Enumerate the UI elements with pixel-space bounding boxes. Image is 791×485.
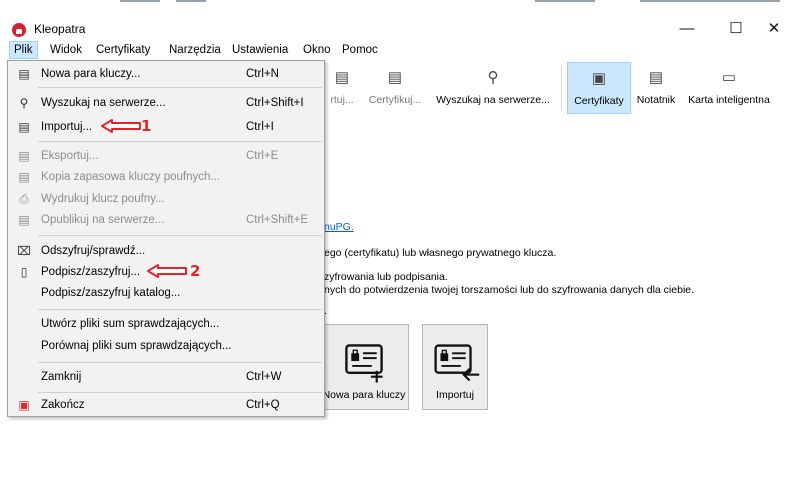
backup-icon: ▤ [18, 170, 30, 184]
file-menu-dropdown: ▤ Nowa para kluczy... Ctrl+N ⚲ Wyszukaj … [7, 60, 325, 417]
welcome-line-1: ego (certyfikatu) lub własnego prywatneg… [324, 247, 557, 259]
annotation-arrow-icon [147, 264, 187, 278]
search-icon: ⚲ [19, 96, 29, 110]
certify-icon: ▤ [387, 69, 403, 86]
new-keypair-tile[interactable]: Nowa para kluczy [319, 324, 409, 410]
menu-item-export[interactable]: ▤ Eksportuj... Ctrl+E [8, 146, 324, 167]
close-button[interactable]: ✕ [751, 17, 791, 41]
gnupg-link[interactable]: nuPG. [324, 221, 354, 233]
notepad-icon: ▤ [648, 69, 664, 86]
kleopatra-logo-icon [12, 23, 26, 37]
decrypt-icon: ⌧ [17, 244, 31, 258]
toolbar-certificates-button[interactable]: ▣ Certyfikaty [567, 62, 631, 114]
menu-item-import[interactable]: ▤ Importuj... Ctrl+I [8, 117, 324, 138]
welcome-line-2: zyfrowania lub podpisania. [324, 271, 448, 283]
menu-separator [38, 87, 322, 88]
menu-separator [38, 309, 322, 310]
toolbar-search-server-button[interactable]: ⚲ Wyszukaj na serwerze... [431, 62, 555, 114]
menu-okno[interactable]: Okno [298, 41, 336, 59]
keypair-icon: ▤ [18, 67, 30, 81]
menu-item-new-keypair[interactable]: ▤ Nowa para kluczy... Ctrl+N [8, 64, 324, 85]
menu-pomoc[interactable]: Pomoc [337, 41, 383, 59]
annotation-number-2: 2 [190, 262, 201, 280]
toolbar-notepad-button[interactable]: ▤ Notatnik [634, 62, 678, 114]
import-icon [434, 344, 480, 382]
import-icon: ▤ [18, 120, 30, 134]
export-icon: ▤ [334, 69, 350, 86]
smartcard-icon: ▭ [721, 69, 737, 86]
menu-narzedzia[interactable]: Narzędzia [164, 41, 226, 59]
new-keypair-label: Nowa para kluczy [322, 389, 406, 401]
toolbar-smartcard-button[interactable]: ▭ Karta inteligentna [681, 62, 777, 114]
window-title: Kleopatra [34, 22, 86, 36]
menu-widok[interactable]: Widok [45, 41, 87, 59]
menu-item-close[interactable]: Zamknij Ctrl+W [8, 367, 324, 388]
menu-item-quit[interactable]: ▣ Zakończ Ctrl+Q [8, 395, 324, 416]
menu-bar: Plik Widok Certyfikaty Narzędzia Ustawie… [0, 40, 791, 60]
certificates-icon: ▣ [591, 70, 607, 87]
menu-separator [38, 141, 322, 142]
menu-item-verify-checksum[interactable]: Porównaj pliki sum sprawdzających... [8, 336, 324, 357]
search-icon: ⚲ [487, 69, 499, 86]
menu-item-search-server[interactable]: ⚲ Wyszukaj na serwerze... Ctrl+Shift+I [8, 93, 324, 114]
menu-item-create-checksum[interactable]: Utwórz pliki sum sprawdzających... [8, 314, 324, 335]
sign-encrypt-icon: ▯ [20, 265, 28, 279]
publish-icon: ▤ [18, 213, 30, 227]
menu-item-print-secret-key[interactable]: ⎙ Wydrukuj klucz poufny... [8, 189, 324, 210]
menu-separator [38, 362, 322, 363]
menu-ustawienia[interactable]: Ustawienia [227, 41, 293, 59]
toolbar-separator [561, 66, 562, 110]
menu-certyfikaty[interactable]: Certyfikaty [91, 41, 155, 59]
menu-separator [38, 235, 322, 236]
print-icon: ⎙ [19, 192, 29, 206]
menu-item-sign-encrypt-folder[interactable]: Podpisz/zaszyfruj katalog... [8, 283, 324, 304]
menu-item-publish-server[interactable]: ▤ Opublikuj na serwerze... Ctrl+Shift+E [8, 210, 324, 231]
quit-icon: ▣ [18, 398, 30, 412]
annotation-number-1: 1 [141, 117, 152, 135]
minimize-button[interactable]: — [664, 17, 710, 41]
import-label: Importuj [436, 389, 474, 401]
export-icon: ▤ [18, 149, 30, 163]
menu-item-backup-secret-keys[interactable]: ▤ Kopia zapasowa kluczy poufnych... [8, 167, 324, 188]
welcome-line-3: nych do potwierdzenia twojej torszamości… [324, 284, 695, 296]
menu-separator [38, 392, 322, 393]
toolbar-export-button[interactable]: ▤ rtuj... [326, 62, 358, 114]
toolbar-certify-button[interactable]: ▤ Certyfikuj... [366, 62, 424, 114]
new-keypair-icon [345, 344, 383, 383]
menu-item-decrypt-verify[interactable]: ⌧ Odszyfruj/sprawdź... [8, 241, 324, 262]
menu-plik[interactable]: Plik [9, 41, 38, 59]
import-tile[interactable]: Importuj [422, 324, 488, 410]
annotation-arrow-icon [101, 119, 141, 133]
title-bar: Kleopatra — ☐ ✕ [0, 3, 791, 39]
